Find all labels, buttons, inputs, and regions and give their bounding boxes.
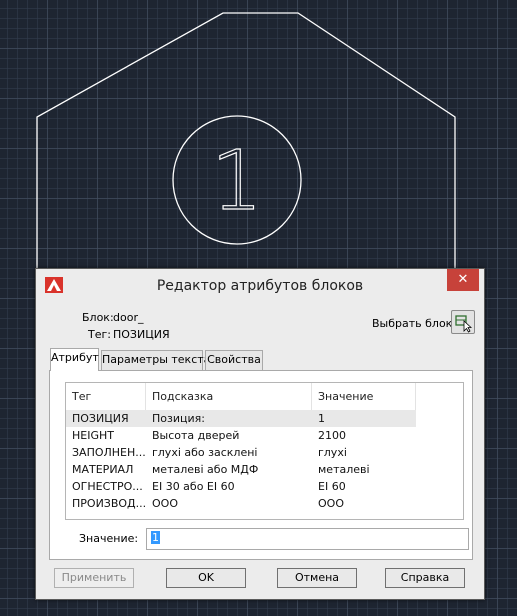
row-prompt: Позиция: bbox=[152, 412, 205, 425]
help-button[interactable]: Справка bbox=[385, 568, 465, 588]
table-row[interactable]: ЗАПОЛНЕН... глухі або засклені глухі bbox=[66, 444, 416, 461]
row-tag: ЗАПОЛНЕН... bbox=[72, 446, 146, 459]
close-icon: ✕ bbox=[457, 272, 469, 287]
row-tag: ОГНЕСТРО... bbox=[72, 480, 143, 493]
attribute-tab-panel: Тег Подсказка Значение ПОЗИЦИЯ Позиция: … bbox=[49, 370, 473, 560]
tab-attribute[interactable]: Атрибут bbox=[50, 348, 99, 371]
attribute-table: Тег Подсказка Значение ПОЗИЦИЯ Позиция: … bbox=[65, 382, 464, 520]
row-prompt: металеві або МДФ bbox=[152, 463, 259, 476]
row-tag: ПРОИЗВОД... bbox=[72, 497, 146, 510]
row-value: 1 bbox=[318, 412, 325, 425]
ok-button[interactable]: OK bbox=[166, 568, 246, 588]
table-row[interactable]: HEIGHT Высота дверей 2100 bbox=[66, 427, 416, 444]
tag-value: ПОЗИЦИЯ bbox=[113, 328, 170, 341]
row-value: глухі bbox=[318, 446, 347, 459]
row-tag: HEIGHT bbox=[72, 429, 114, 442]
pick-block-icon bbox=[455, 315, 473, 333]
column-header-tag[interactable]: Тег bbox=[66, 383, 146, 410]
column-header-value[interactable]: Значение bbox=[312, 383, 416, 410]
value-label: Значение: bbox=[79, 532, 139, 545]
row-value: 2100 bbox=[318, 429, 346, 442]
row-value: ЕІ 60 bbox=[318, 480, 346, 493]
table-header: Тег Подсказка Значение bbox=[66, 383, 463, 410]
dialog-title: Редактор атрибутов блоков bbox=[156, 278, 364, 294]
table-row[interactable]: ОГНЕСТРО... ЕІ 30 або ЕІ 60 ЕІ 60 bbox=[66, 478, 416, 495]
table-row[interactable]: МАТЕРИАЛ металеві або МДФ металеві bbox=[66, 461, 416, 478]
block-label: Блок: bbox=[82, 311, 114, 324]
table-row[interactable]: ПРОИЗВОД... ООО ООО bbox=[66, 495, 416, 512]
block-attribute-editor-dialog: Редактор атрибутов блоков ✕ Блок: door_ … bbox=[35, 268, 485, 600]
position-number: 1 bbox=[211, 134, 263, 229]
tab-properties[interactable]: Свойства bbox=[205, 350, 263, 370]
value-field[interactable]: 1 bbox=[146, 528, 469, 550]
apply-button[interactable]: Применить bbox=[54, 568, 134, 588]
row-tag: ПОЗИЦИЯ bbox=[72, 412, 129, 425]
tag-label: Тег: bbox=[88, 328, 111, 341]
tab-text-options[interactable]: Параметры текста bbox=[101, 350, 210, 370]
table-row[interactable]: ПОЗИЦИЯ Позиция: 1 bbox=[66, 410, 416, 427]
pick-block-button[interactable] bbox=[451, 310, 475, 334]
row-tag: МАТЕРИАЛ bbox=[72, 463, 134, 476]
block-value: door_ bbox=[113, 311, 144, 324]
row-prompt: ЕІ 30 або ЕІ 60 bbox=[152, 480, 235, 493]
row-value: металеві bbox=[318, 463, 370, 476]
row-value: ООО bbox=[318, 497, 344, 510]
column-header-prompt[interactable]: Подсказка bbox=[146, 383, 312, 410]
row-prompt: ООО bbox=[152, 497, 178, 510]
value-field-text: 1 bbox=[151, 531, 160, 544]
row-prompt: глухі або засклені bbox=[152, 446, 258, 459]
pick-block-label: Выбрать блок bbox=[372, 317, 453, 330]
close-button[interactable]: ✕ bbox=[447, 269, 479, 291]
row-prompt: Высота дверей bbox=[152, 429, 240, 442]
title-bar[interactable]: Редактор атрибутов блоков ✕ bbox=[36, 269, 484, 301]
cancel-button[interactable]: Отмена bbox=[277, 568, 357, 588]
